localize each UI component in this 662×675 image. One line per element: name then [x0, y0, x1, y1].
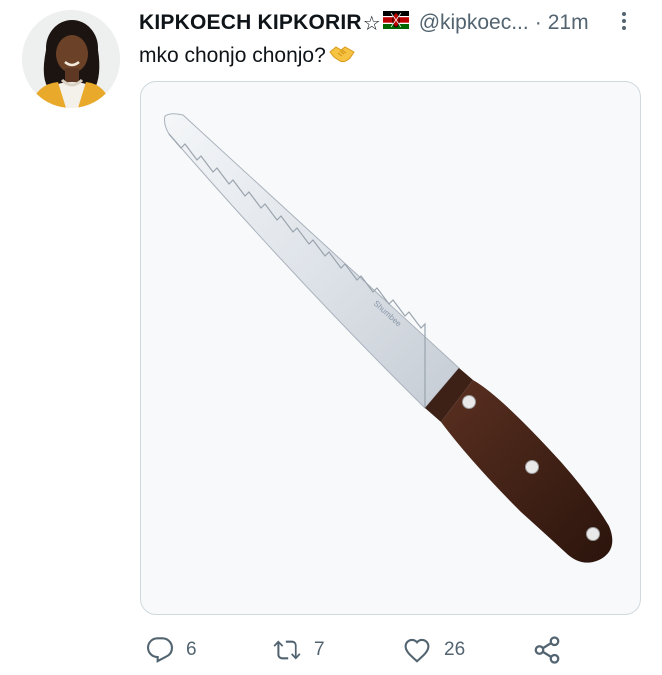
handshake-icon: [329, 42, 355, 70]
profile-photo: [22, 10, 120, 108]
separator-dot: ·: [534, 11, 542, 34]
bread-knife-image: Shumbee: [164, 113, 613, 563]
author-name[interactable]: KIPKOECH KIPKORIR: [139, 11, 362, 35]
reply-icon: [146, 637, 174, 663]
reply-button[interactable]: 6: [146, 630, 197, 670]
tweet-body: mko chonjo chonjo?: [139, 44, 326, 67]
knife-blade: [164, 113, 460, 409]
retweet-button[interactable]: 7: [272, 630, 325, 670]
tweet-actions: 6 7 26: [140, 630, 580, 670]
avatar[interactable]: [22, 10, 120, 108]
kenya-flag-icon: [382, 11, 409, 35]
author-handle[interactable]: @kipkoec...: [419, 11, 529, 35]
tweet-timestamp[interactable]: 21m: [548, 11, 589, 35]
share-button[interactable]: [532, 630, 562, 670]
tweet-header: KIPKOECH KIPKORIR ☆ @kipkoec... · 21m: [139, 8, 634, 38]
tweet-text: mko chonjo chonjo?: [139, 42, 355, 70]
retweet-icon: [273, 640, 301, 660]
heart-icon: [404, 638, 430, 663]
share-icon: [534, 636, 560, 664]
like-count: 26: [444, 639, 466, 660]
more-options-icon[interactable]: [614, 6, 634, 36]
retweet-count: 7: [314, 639, 325, 660]
star-glyph: ☆: [362, 12, 381, 35]
reply-count: 6: [186, 639, 197, 660]
tweet-media-image[interactable]: Shumbee: [140, 81, 641, 615]
like-button[interactable]: 26: [402, 630, 465, 670]
